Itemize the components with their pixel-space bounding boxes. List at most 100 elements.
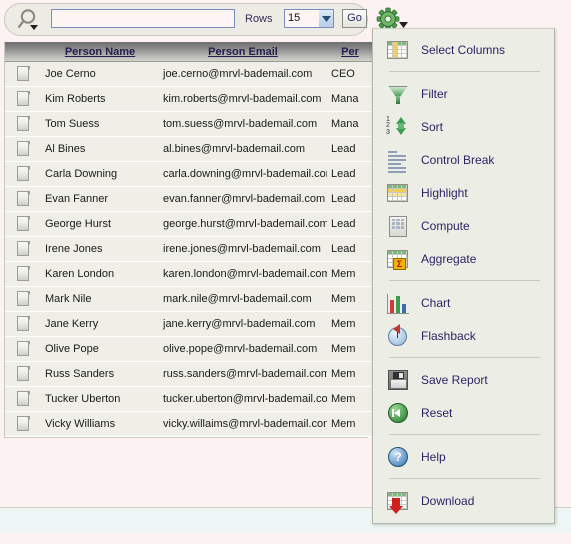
- table-body: Joe Cerno joe.cerno@mrvl-bademail.com CEO K…: [5, 61, 373, 437]
- report-table-container: Person Name Person Email Per Joe Cerno jo…: [4, 42, 373, 438]
- edit-document-icon[interactable]: [16, 66, 30, 82]
- cell-person-role: Mem: [327, 311, 373, 337]
- sigma-grid-icon: Σ: [385, 246, 411, 272]
- row-edit-cell: [5, 161, 41, 187]
- cell-person-name: Kim Roberts: [41, 86, 159, 112]
- menu-item-label: Save Report: [421, 372, 488, 387]
- cell-person-name: Tom Suess: [41, 111, 159, 137]
- cell-person-role: Lead: [327, 161, 373, 187]
- row-edit-cell: [5, 136, 41, 162]
- menu-item-label: Highlight: [421, 185, 468, 200]
- cell-person-email: tom.suess@mrvl-bademail.com: [159, 111, 327, 137]
- cell-person-role: Mem: [327, 261, 373, 287]
- cell-person-name: Mark Nile: [41, 286, 159, 312]
- cell-person-email: irene.jones@mrvl-bademail.com: [159, 236, 327, 262]
- cell-person-name: Tucker Uberton: [41, 386, 159, 412]
- edit-document-icon[interactable]: [16, 391, 30, 407]
- edit-document-icon[interactable]: [16, 316, 30, 332]
- column-header-person-role[interactable]: Per: [327, 42, 373, 62]
- row-edit-cell: [5, 186, 41, 212]
- column-header-person-email[interactable]: Person Email: [159, 42, 327, 62]
- table-row: Joe Cerno joe.cerno@mrvl-bademail.com CEO: [5, 61, 373, 87]
- cell-person-name: Joe Cerno: [41, 61, 159, 87]
- row-edit-cell: [5, 61, 41, 87]
- menu-item-flashback[interactable]: Flashback: [373, 319, 554, 352]
- cell-person-name: Olive Pope: [41, 336, 159, 362]
- menu-item-highlight[interactable]: Highlight: [373, 176, 554, 209]
- column-header-label[interactable]: Per: [341, 46, 359, 58]
- menu-separator: [389, 280, 540, 281]
- menu-item-label: Filter: [421, 86, 448, 101]
- cell-person-email: olive.pope@mrvl-bademail.com: [159, 336, 327, 362]
- row-edit-cell: [5, 286, 41, 312]
- column-header-label[interactable]: Person Name: [65, 46, 135, 58]
- cell-person-role: CEO: [327, 61, 373, 87]
- edit-document-icon[interactable]: [16, 91, 30, 107]
- edit-document-icon[interactable]: [16, 191, 30, 207]
- menu-item-label: Control Break: [421, 152, 495, 167]
- row-edit-cell: [5, 261, 41, 287]
- menu-item-help[interactable]: ? Help: [373, 440, 554, 473]
- row-edit-cell: [5, 86, 41, 112]
- menu-item-filter[interactable]: Filter: [373, 77, 554, 110]
- menu-separator: [389, 434, 540, 435]
- row-edit-cell: [5, 236, 41, 262]
- search-icon[interactable]: [16, 8, 44, 33]
- table-row: Tucker Uberton tucker.uberton@mrvl-badema…: [5, 386, 373, 412]
- cell-person-role: Mana: [327, 111, 373, 137]
- funnel-icon: [385, 81, 411, 107]
- cell-person-role: Lead: [327, 136, 373, 162]
- row-edit-cell: [5, 386, 41, 412]
- table-header-row: Person Name Person Email Per: [5, 42, 373, 62]
- edit-document-icon[interactable]: [16, 291, 30, 307]
- cell-person-role: Mem: [327, 361, 373, 387]
- menu-item-reset[interactable]: Reset: [373, 396, 554, 429]
- edit-document-icon[interactable]: [16, 116, 30, 132]
- menu-item-chart[interactable]: Chart: [373, 286, 554, 319]
- menu-item-aggregate[interactable]: Σ Aggregate: [373, 242, 554, 275]
- edit-document-icon[interactable]: [16, 216, 30, 232]
- cell-person-email: george.hurst@mrvl-bademail.com: [159, 211, 327, 237]
- menu-item-sort[interactable]: 1 2 3 Sort: [373, 110, 554, 143]
- cell-person-role: Lead: [327, 236, 373, 262]
- menu-item-save-report[interactable]: Save Report: [373, 363, 554, 396]
- grid-columns-icon: [385, 37, 411, 63]
- menu-item-download[interactable]: Download: [373, 484, 554, 517]
- table-header: Person Name Person Email Per: [5, 42, 373, 62]
- cell-person-name: Jane Kerry: [41, 311, 159, 337]
- rows-select[interactable]: [284, 9, 334, 28]
- report-table: Person Name Person Email Per Joe Cerno jo…: [5, 42, 373, 437]
- menu-item-label: Sort: [421, 119, 444, 134]
- go-button[interactable]: Go: [342, 9, 367, 28]
- column-header-person-name[interactable]: Person Name: [41, 42, 159, 62]
- cell-person-email: carla.downing@mrvl-bademail.com: [159, 161, 327, 187]
- search-input[interactable]: [51, 9, 235, 28]
- edit-document-icon[interactable]: [16, 416, 30, 432]
- edit-document-icon[interactable]: [16, 241, 30, 257]
- cell-person-email: vicky.willaims@mrvl-bademail.com: [159, 411, 327, 437]
- cell-person-email: jane.kerry@mrvl-bademail.com: [159, 311, 327, 337]
- cell-person-role: Mem: [327, 386, 373, 412]
- table-row: Vicky Williams vicky.willaims@mrvl-badema…: [5, 411, 373, 437]
- floppy-disk-icon: [385, 367, 411, 393]
- menu-item-control-break[interactable]: Control Break: [373, 143, 554, 176]
- menu-separator: [389, 71, 540, 72]
- edit-document-icon[interactable]: [16, 166, 30, 182]
- row-edit-cell: [5, 361, 41, 387]
- grid-highlight-icon: [385, 180, 411, 206]
- edit-document-icon[interactable]: [16, 266, 30, 282]
- cell-person-name: Carla Downing: [41, 161, 159, 187]
- table-row: Al Bines al.bines@mrvl-bademail.com Lead: [5, 136, 373, 162]
- menu-item-compute[interactable]: Compute: [373, 209, 554, 242]
- edit-document-icon[interactable]: [16, 341, 30, 357]
- row-edit-cell: [5, 336, 41, 362]
- edit-document-icon[interactable]: [16, 366, 30, 382]
- calculator-icon: [385, 213, 411, 239]
- menu-item-label: Download: [421, 493, 475, 508]
- cell-person-email: mark.nile@mrvl-bademail.com: [159, 286, 327, 312]
- cell-person-name: Russ Sanders: [41, 361, 159, 387]
- column-header-label[interactable]: Person Email: [208, 46, 278, 58]
- menu-item-select-columns[interactable]: Select Columns: [373, 33, 554, 66]
- edit-document-icon[interactable]: [16, 141, 30, 157]
- interactive-report: Rows 15 Go Person Name Person Email Per …: [0, 0, 408, 438]
